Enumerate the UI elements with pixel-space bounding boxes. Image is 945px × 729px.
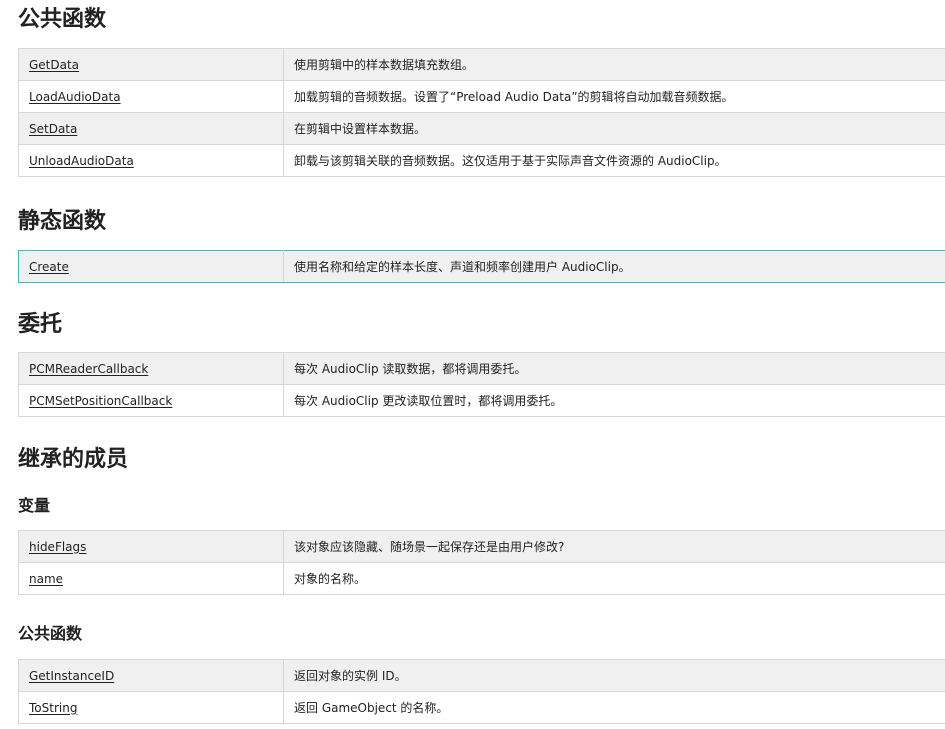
table-row: ToString 返回 GameObject 的名称。 [18,691,945,724]
member-description: 卸载与该剪辑关联的音频数据。这仅适用于基于实际声音文件资源的 AudioClip… [283,144,945,177]
member-description: 加载剪辑的音频数据。设置了“Preload Audio Data”的剪辑将自动加… [283,80,945,113]
member-description: 该对象应该隐藏、随场景一起保存还是由用户修改? [283,530,945,563]
section-title-public-functions: 公共函数 [18,7,107,32]
inherited-public-functions-table: GetInstanceID 返回对象的实例 ID。 ToString 返回 Ga… [18,659,945,724]
table-row: name 对象的名称。 [18,562,945,595]
member-link-create[interactable]: Create [29,260,69,274]
table-row: PCMReaderCallback 每次 AudioClip 读取数据，都将调用… [18,352,945,385]
table-row: SetData 在剪辑中设置样本数据。 [18,112,945,145]
table-row: Create 使用名称和给定的样本长度、声道和频率创建用户 AudioClip。 [18,250,945,283]
inherited-variables-table: hideFlags 该对象应该隐藏、随场景一起保存还是由用户修改? name 对… [18,530,945,595]
member-description: 返回 GameObject 的名称。 [283,691,945,724]
member-link-setdata[interactable]: SetData [29,122,77,136]
member-link-getinstanceid[interactable]: GetInstanceID [29,669,114,683]
member-description: 使用剪辑中的样本数据填充数组。 [283,48,945,81]
member-description: 对象的名称。 [283,562,945,595]
member-link-loadaudiodata[interactable]: LoadAudioData [29,90,121,104]
table-row: UnloadAudioData 卸载与该剪辑关联的音频数据。这仅适用于基于实际声… [18,144,945,177]
section-title-delegates: 委托 [18,312,63,337]
member-link-tostring[interactable]: ToString [29,701,77,715]
member-description: 在剪辑中设置样本数据。 [283,112,945,145]
member-description: 返回对象的实例 ID。 [283,659,945,692]
member-link-unloadaudiodata[interactable]: UnloadAudioData [29,154,134,168]
table-row: LoadAudioData 加载剪辑的音频数据。设置了“Preload Audi… [18,80,945,113]
table-row: GetInstanceID 返回对象的实例 ID。 [18,659,945,692]
subsection-title-variables: 变量 [18,496,51,515]
section-title-static-functions: 静态函数 [18,209,107,234]
member-link-hideflags[interactable]: hideFlags [29,540,86,554]
member-link-getdata[interactable]: GetData [29,58,79,72]
member-description: 使用名称和给定的样本长度、声道和频率创建用户 AudioClip。 [283,250,945,283]
table-row: PCMSetPositionCallback 每次 AudioClip 更改读取… [18,384,945,417]
public-functions-table: GetData 使用剪辑中的样本数据填充数组。 LoadAudioData 加载… [18,48,945,177]
section-title-inherited-members: 继承的成员 [18,447,129,472]
member-link-name[interactable]: name [29,572,63,586]
member-link-pcmreadercallback[interactable]: PCMReaderCallback [29,362,148,376]
static-functions-table: Create 使用名称和给定的样本长度、声道和频率创建用户 AudioClip。 [18,250,945,283]
member-description: 每次 AudioClip 更改读取位置时，都将调用委托。 [283,384,945,417]
delegates-table: PCMReaderCallback 每次 AudioClip 读取数据，都将调用… [18,352,945,417]
table-row: hideFlags 该对象应该隐藏、随场景一起保存还是由用户修改? [18,530,945,563]
table-row: GetData 使用剪辑中的样本数据填充数组。 [18,48,945,81]
member-description: 每次 AudioClip 读取数据，都将调用委托。 [283,352,945,385]
member-link-pcmsetpositioncallback[interactable]: PCMSetPositionCallback [29,394,172,408]
subsection-title-inherited-public-functions: 公共函数 [18,624,83,643]
